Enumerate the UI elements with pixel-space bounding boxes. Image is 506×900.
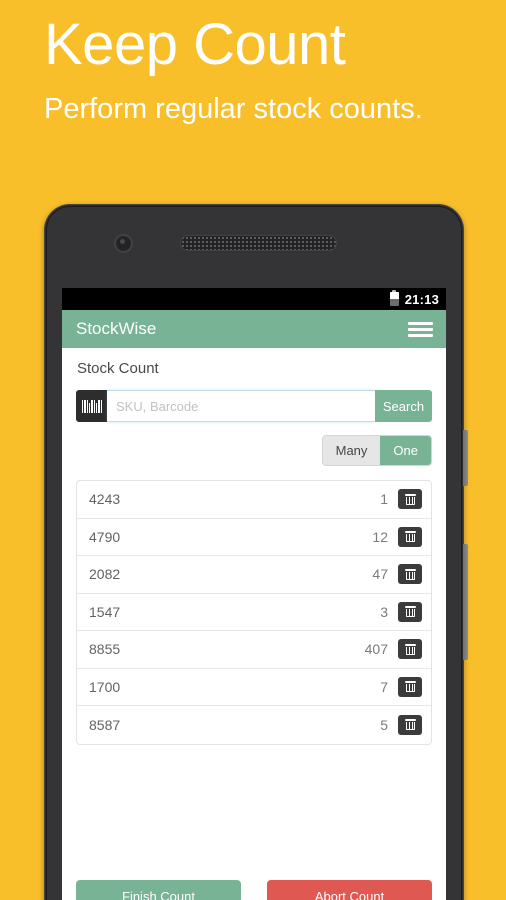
row-quantity: 12 (372, 528, 388, 545)
row-sku: 4790 (89, 528, 121, 545)
app-bar: StockWise (62, 310, 446, 348)
delete-row-button[interactable] (398, 526, 422, 547)
mode-toggle-wrapper: Many One (76, 435, 432, 466)
earpiece-speaker-icon (181, 236, 336, 250)
finish-count-button[interactable]: Finish Count (76, 880, 241, 900)
mode-toggle-many[interactable]: Many (322, 436, 381, 465)
row-sku: 1700 (89, 678, 121, 695)
mode-toggle: Many One (321, 435, 432, 466)
delete-row-button[interactable] (398, 489, 422, 510)
screen-content: Stock Count Search Many One 4243 1 4790 12 2… (62, 348, 446, 900)
trash-icon (404, 719, 416, 731)
trash-icon (404, 493, 416, 505)
delete-row-button[interactable] (398, 639, 422, 660)
table-row: 4243 1 (77, 481, 431, 519)
row-sku: 2082 (89, 566, 121, 583)
promo-subtitle: Perform regular stock counts. (44, 93, 423, 125)
hamburger-menu-icon[interactable] (408, 320, 433, 339)
table-row: 1547 3 (77, 594, 431, 631)
search-bar: Search (76, 390, 432, 422)
row-quantity: 3 (380, 603, 388, 620)
promo-title: Keep Count (44, 12, 346, 77)
mode-toggle-one[interactable]: One (380, 436, 431, 465)
row-quantity: 47 (372, 566, 388, 583)
row-sku: 8587 (89, 716, 121, 733)
row-sku: 4243 (89, 491, 121, 508)
power-button[interactable] (463, 430, 468, 486)
app-title: StockWise (76, 319, 157, 338)
table-row: 4790 12 (77, 519, 431, 556)
table-row: 8587 5 (77, 706, 431, 744)
table-row: 1700 7 (77, 669, 431, 706)
barcode-glyph (81, 399, 102, 413)
row-quantity: 1 (380, 491, 388, 508)
search-input[interactable] (107, 390, 375, 422)
front-camera-icon (116, 236, 131, 251)
trash-icon (404, 568, 416, 580)
search-button[interactable]: Search (375, 390, 432, 422)
barcode-scan-icon[interactable] (76, 390, 107, 422)
volume-rocker-button[interactable] (463, 544, 468, 660)
delete-row-button[interactable] (398, 564, 422, 585)
status-bar: 21:13 (62, 288, 446, 310)
page-title: Stock Count (77, 360, 159, 377)
stock-count-list: 4243 1 4790 12 2082 47 1547 3 8855 407 1700 7 8587 5 (76, 480, 432, 745)
trash-icon (404, 681, 416, 693)
row-quantity: 7 (380, 678, 388, 695)
table-row: 8855 407 (77, 631, 431, 669)
abort-count-button[interactable]: Abort Count (267, 880, 432, 900)
battery-icon (389, 290, 399, 306)
row-sku: 8855 (89, 641, 121, 658)
trash-icon (404, 643, 416, 655)
delete-row-button[interactable] (398, 714, 422, 735)
phone-screen: 21:13 StockWise Stock Count Search (62, 288, 446, 900)
phone-device-mockup: 21:13 StockWise Stock Count Search (44, 204, 468, 900)
trash-icon (404, 531, 416, 543)
delete-row-button[interactable] (398, 676, 422, 697)
action-buttons: Finish Count Abort Count (76, 880, 432, 900)
status-bar-clock: 21:13 (404, 291, 439, 307)
trash-icon (404, 606, 416, 618)
promo-header: Keep Count Perform regular stock counts. (44, 12, 464, 129)
row-quantity: 407 (364, 641, 388, 658)
table-row: 2082 47 (77, 556, 431, 594)
row-quantity: 5 (380, 716, 388, 733)
row-sku: 1547 (89, 603, 121, 620)
delete-row-button[interactable] (398, 601, 422, 622)
